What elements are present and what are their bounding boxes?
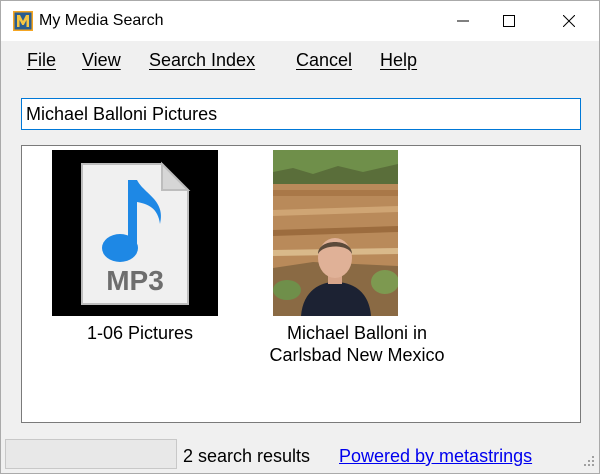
window-title: My Media Search [39, 12, 164, 29]
result-caption: 1-06 Pictures [86, 323, 194, 343]
result-count: 2 search results [183, 446, 311, 466]
photo-thumbnail [273, 150, 399, 316]
minimize-icon [457, 20, 469, 22]
close-icon [563, 15, 575, 27]
svg-text:MP3: MP3 [106, 265, 164, 296]
menu-cancel[interactable]: Cancel [296, 49, 352, 71]
result-caption-line: Carlsbad New Mexico [269, 345, 445, 365]
maximize-icon [503, 15, 515, 27]
app-window: My Media Search File View Search Index C… [0, 0, 600, 474]
app-m-icon [13, 11, 33, 31]
menu-help[interactable]: Help [380, 49, 417, 71]
maximize-button[interactable] [486, 1, 532, 41]
result-caption: Michael Balloni in Carlsbad New Mexico [252, 322, 462, 366]
menu-view[interactable]: View [82, 49, 121, 71]
status-field [5, 439, 177, 469]
resize-grip-icon[interactable] [581, 453, 595, 467]
result-thumbnail[interactable] [273, 150, 399, 316]
menu-file[interactable]: File [27, 49, 56, 71]
close-button[interactable] [546, 1, 592, 41]
results-panel[interactable]: MP3 1-06 Pictures Michael Balloni in Car… [21, 145, 581, 423]
search-input[interactable] [21, 98, 581, 130]
metastrings-link[interactable]: Powered by metastrings [339, 445, 532, 467]
status-bar: 2 search results Powered by metastrings [1, 433, 599, 473]
menu-search-index[interactable]: Search Index [149, 49, 255, 71]
result-caption-line: Michael Balloni in [286, 323, 428, 343]
minimize-button[interactable] [440, 1, 486, 41]
title-bar[interactable]: My Media Search [1, 1, 599, 41]
menu-bar: File View Search Index Cancel Help [1, 41, 599, 79]
mp3-file-icon: MP3 [81, 161, 191, 305]
result-thumbnail[interactable]: MP3 [52, 150, 218, 316]
